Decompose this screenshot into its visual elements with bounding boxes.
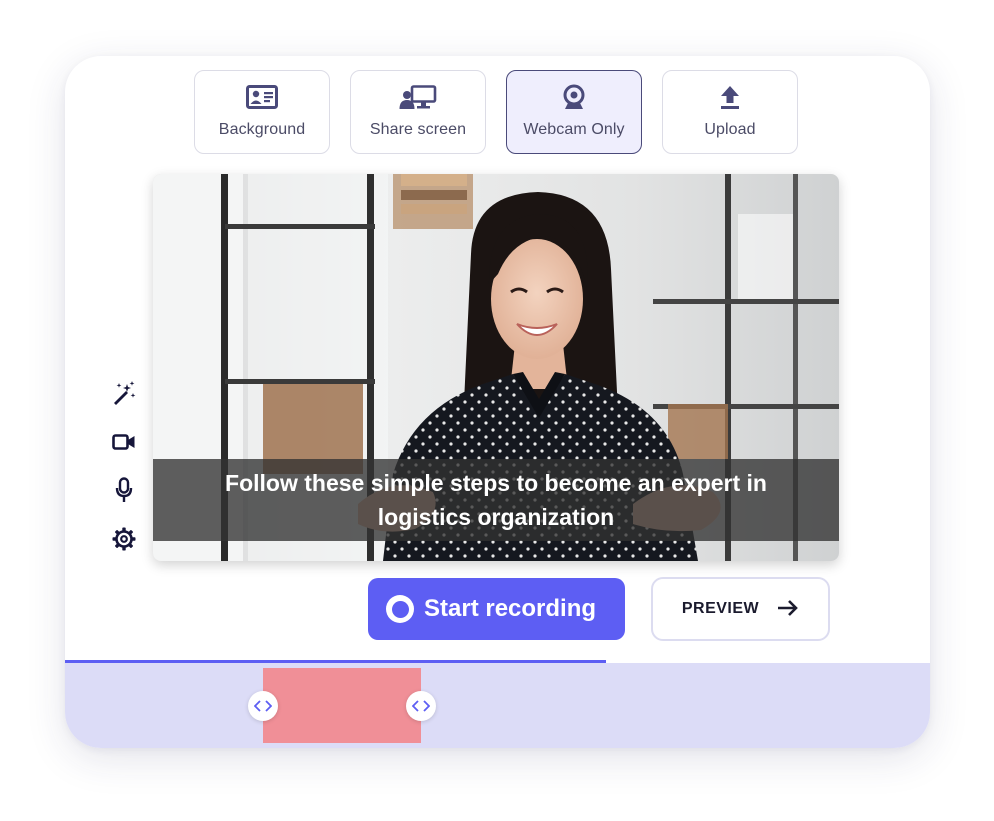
mode-webcam-only-button[interactable]: Webcam Only [506, 70, 642, 154]
gear-icon[interactable] [109, 524, 139, 554]
arrow-right-icon [777, 599, 799, 620]
caption-bar: Follow these simple steps to become an e… [153, 459, 839, 541]
microphone-icon[interactable] [109, 475, 139, 505]
share-screen-icon [399, 84, 437, 112]
preview-label: PREVIEW [681, 600, 760, 617]
start-recording-button[interactable]: Start recording [368, 578, 625, 640]
video-camera-icon[interactable] [109, 427, 139, 457]
mode-upload-button[interactable]: Upload [662, 70, 798, 154]
start-recording-label: Start recording [424, 595, 597, 622]
webcam-preview: Follow these simple steps to become an e… [153, 174, 839, 561]
record-icon [386, 595, 414, 623]
segment-end-handle[interactable] [406, 691, 436, 721]
webcam-icon [562, 84, 586, 112]
mode-label: Webcam Only [523, 121, 625, 138]
magic-wand-icon[interactable] [109, 378, 139, 408]
mode-background-button[interactable]: Background [194, 70, 330, 154]
mode-label: Upload [704, 121, 756, 138]
timeline-segment[interactable] [263, 668, 421, 743]
mode-label: Share screen [369, 121, 467, 138]
mode-share-screen-button[interactable]: Share screen [350, 70, 486, 154]
timeline-track[interactable] [65, 663, 930, 748]
caption-text: Follow these simple steps to become an e… [225, 470, 767, 530]
segment-start-handle[interactable] [248, 691, 278, 721]
resize-handle-icon [254, 700, 272, 712]
preview-button[interactable]: PREVIEW [651, 577, 830, 641]
recorder-card: Background Share screen Webcam Only Uplo… [65, 56, 930, 748]
id-card-icon [246, 84, 278, 112]
upload-icon [719, 84, 741, 112]
mode-label: Background [218, 121, 306, 138]
resize-handle-icon [412, 700, 430, 712]
